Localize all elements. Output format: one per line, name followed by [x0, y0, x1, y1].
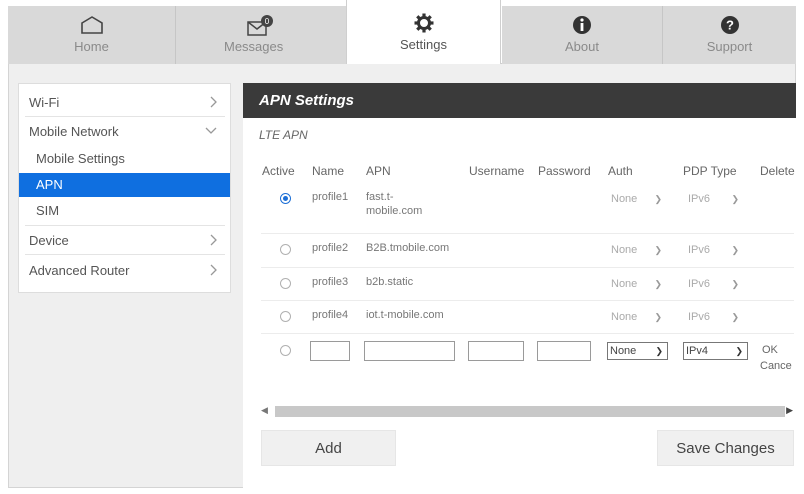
active-radio[interactable]	[280, 278, 291, 289]
apn-value-line2: mobile.com	[366, 205, 423, 217]
pdp-type-select[interactable]: IPv6 ❯	[686, 242, 743, 259]
gear-icon	[414, 13, 433, 33]
profile-name: profile2	[312, 242, 349, 254]
tab-about-label: About	[565, 39, 599, 54]
new-apn-input[interactable]	[364, 341, 455, 361]
pdp-type-select[interactable]: IPv6 ❯	[686, 309, 743, 326]
messages-badge: 0	[265, 17, 270, 26]
tab-about[interactable]: About	[502, 6, 662, 64]
apn-value: b2b.static	[366, 276, 414, 288]
profile-name: profile3	[312, 276, 349, 288]
home-icon	[80, 16, 103, 34]
apn-value: iot.t-mobile.com	[366, 309, 444, 321]
sidebar-item-label: Advanced Router	[29, 263, 130, 278]
column-header: Delete	[760, 164, 795, 178]
tab-support-label: Support	[706, 39, 753, 54]
profile-name: profile1	[312, 191, 349, 203]
chevron-right-icon	[210, 96, 217, 108]
active-radio[interactable]	[280, 244, 291, 255]
sidebar-item-label: Device	[29, 233, 69, 248]
column-header: Active	[262, 164, 295, 178]
profile-name: profile4	[312, 309, 349, 321]
sidebar-item-device[interactable]: Device	[19, 233, 230, 248]
scroll-right-arrow-icon[interactable]: ▶	[786, 405, 793, 416]
column-header: Username	[469, 164, 525, 178]
sidebar-item-advanced-router[interactable]: Advanced Router	[19, 263, 230, 278]
chevron-down-icon	[205, 127, 217, 134]
panel-title: APN Settings	[243, 83, 796, 118]
top-navigation: Home 0 Messages Settings About ? Support	[8, 0, 796, 65]
auth-select[interactable]: None ❯	[609, 276, 666, 293]
column-header: PDP Type	[683, 164, 737, 178]
tab-settings[interactable]: Settings	[346, 0, 501, 65]
sidebar-item-wifi[interactable]: Wi-Fi	[19, 95, 230, 110]
sidebar-item-apn[interactable]: APN	[19, 173, 230, 197]
pdp-type-select[interactable]: IPv6 ❯	[686, 191, 743, 208]
new-auth-select[interactable]: None ❯	[607, 342, 668, 360]
auth-select[interactable]: None ❯	[609, 242, 666, 259]
new-name-input[interactable]	[310, 341, 350, 361]
svg-text:?: ?	[726, 18, 734, 33]
scrollbar-thumb[interactable]	[275, 406, 785, 417]
tab-settings-label: Settings	[400, 37, 447, 52]
horizontal-scrollbar[interactable]: ◀ ▶	[259, 403, 795, 420]
add-button[interactable]: Add	[261, 430, 396, 466]
tab-home-label: Home	[74, 39, 109, 54]
save-changes-button[interactable]: Save Changes	[657, 430, 794, 466]
tab-messages[interactable]: 0 Messages	[176, 6, 346, 64]
tab-home[interactable]: Home	[8, 6, 175, 64]
settings-sidebar: Wi-Fi Mobile Network Mobile Settings APN…	[18, 83, 231, 293]
active-radio[interactable]	[280, 193, 291, 204]
tab-support[interactable]: ? Support	[663, 6, 796, 64]
column-header: Password	[538, 164, 591, 178]
column-header: Auth	[608, 164, 633, 178]
cancel-link[interactable]: Cance	[760, 360, 792, 372]
apn-value: B2B.tmobile.com	[366, 242, 450, 254]
new-username-input[interactable]	[468, 341, 524, 361]
sidebar-item-mobile-settings[interactable]: Mobile Settings	[19, 151, 230, 166]
pdp-type-select[interactable]: IPv6 ❯	[686, 276, 743, 293]
auth-select[interactable]: None ❯	[609, 309, 666, 326]
active-radio[interactable]	[280, 311, 291, 322]
new-password-input[interactable]	[537, 341, 591, 361]
chevron-right-icon	[210, 264, 217, 276]
chevron-right-icon	[210, 234, 217, 246]
apn-value-line1: fast.t-	[366, 191, 394, 203]
column-header: Name	[312, 164, 345, 178]
envelope-icon: 0	[247, 15, 273, 36]
new-pdp-type-select[interactable]: IPv4 ❯	[683, 342, 748, 360]
apn-settings-panel: APN Settings LTE APN Active Name APN Use…	[243, 83, 796, 488]
sidebar-item-sim[interactable]: SIM	[19, 203, 230, 218]
sidebar-item-label: Mobile Network	[29, 124, 119, 139]
scroll-left-arrow-icon[interactable]: ◀	[261, 405, 268, 416]
section-label: LTE APN	[259, 128, 308, 142]
tab-messages-label: Messages	[224, 39, 284, 54]
auth-select[interactable]: None ❯	[609, 191, 666, 208]
active-radio[interactable]	[280, 345, 291, 356]
sidebar-item-mobile-network[interactable]: Mobile Network	[19, 124, 230, 139]
help-icon: ?	[720, 16, 739, 34]
info-icon	[573, 16, 591, 34]
ok-link[interactable]: OK	[762, 344, 778, 356]
column-header: APN	[366, 164, 391, 178]
sidebar-item-label: Wi-Fi	[29, 95, 60, 110]
